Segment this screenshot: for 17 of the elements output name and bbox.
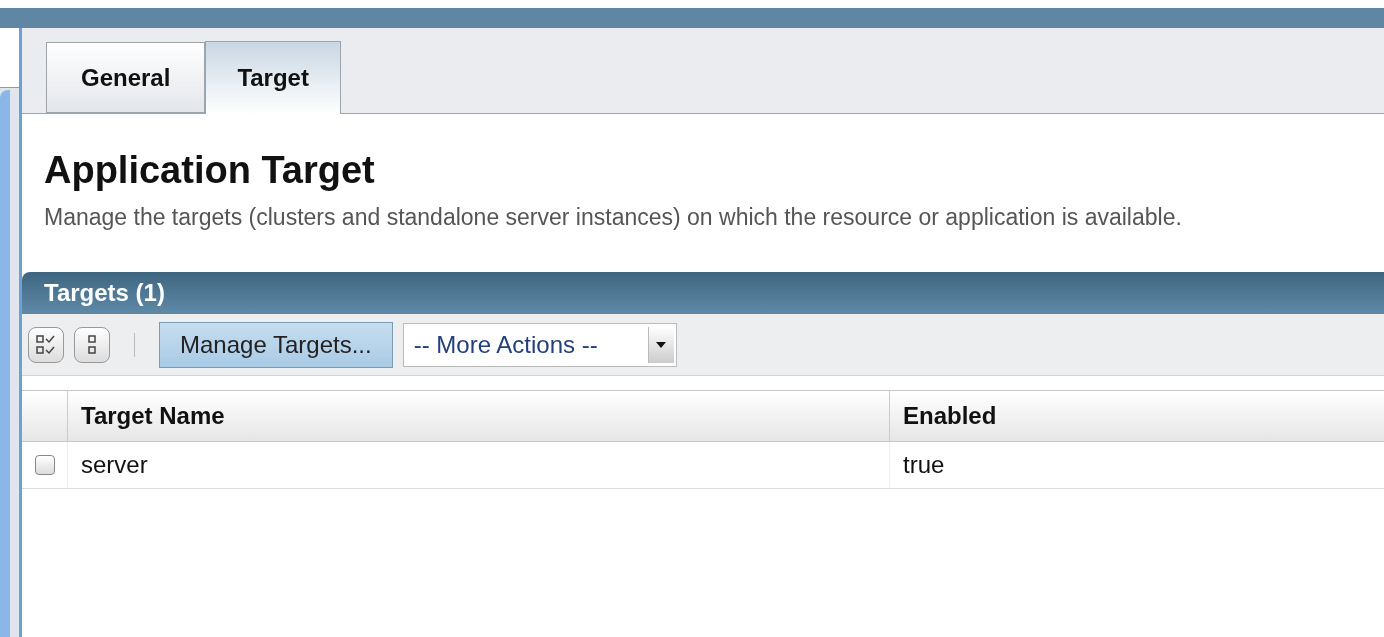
empty-boxes-icon <box>86 333 98 356</box>
table-cell-text: true <box>902 450 946 480</box>
checklist-icon <box>35 333 57 356</box>
table-title: Targets (1) <box>44 278 165 308</box>
tab[interactable]: Target <box>205 41 341 114</box>
more-actions-dropdown[interactable]: -- More Actions -- <box>402 322 677 367</box>
page-title: Application Target <box>44 148 376 193</box>
row-checkbox[interactable] <box>34 455 55 475</box>
column-header[interactable]: Target Name <box>68 391 890 441</box>
caret-icon <box>656 341 667 348</box>
table-cell: server <box>68 442 890 488</box>
page-description: Manage the targets (clusters and standalone server instances) on which the resource or application is available. <box>44 203 1183 232</box>
deselect-all-button[interactable] <box>74 326 110 363</box>
column-header[interactable]: Enabled <box>890 391 1384 441</box>
select-all-button[interactable] <box>28 326 64 363</box>
manage-targets-button[interactable]: Manage Targets... <box>159 321 393 368</box>
tab[interactable]: General <box>46 42 206 113</box>
